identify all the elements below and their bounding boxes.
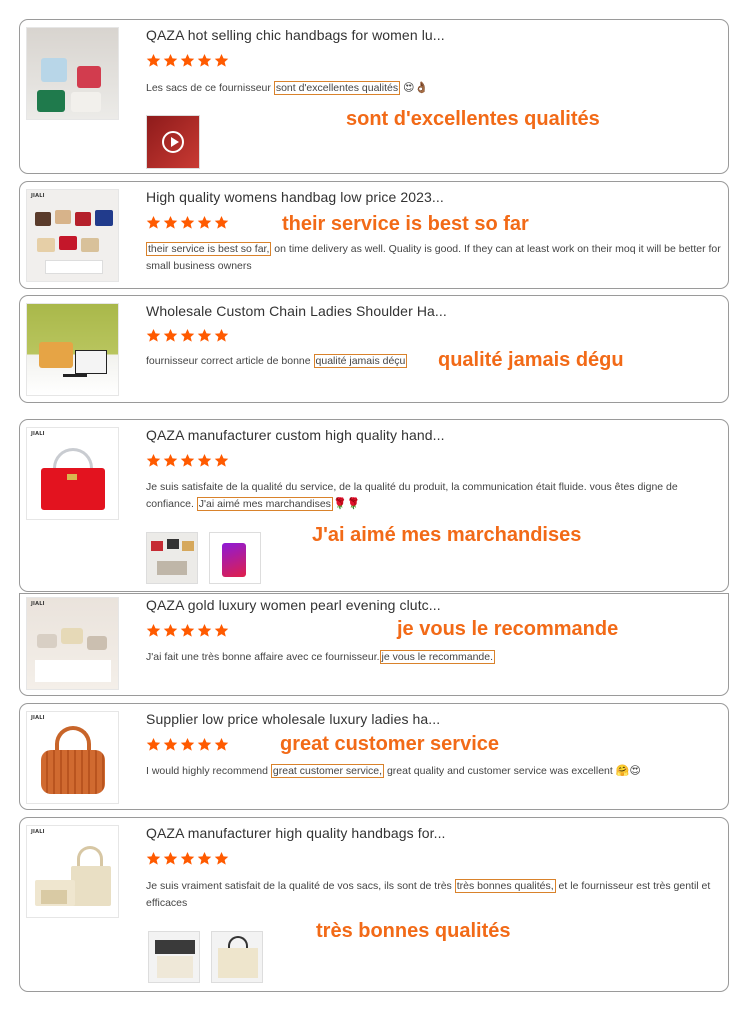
star-icon [163, 737, 178, 751]
review-card-4: JIALI QAZA manufacturer custom high qual… [19, 419, 729, 592]
review-text: fournisseur correct article de bonne qua… [146, 354, 408, 368]
review-card-3: Wholesale Custom Chain Ladies Shoulder H… [19, 295, 729, 403]
product-image[interactable] [26, 27, 119, 120]
product-title[interactable]: Supplier low price wholesale luxury ladi… [146, 711, 440, 727]
star-icon [197, 453, 212, 467]
product-title[interactable]: QAZA manufacturer custom high quality ha… [146, 427, 445, 443]
callout-label: qualité jamais dégu [438, 349, 624, 371]
star-icon [180, 328, 195, 342]
star-icon [214, 623, 229, 637]
review-highlight: qualité jamais déçu [313, 354, 408, 368]
product-title[interactable]: QAZA gold luxury women pearl evening clu… [146, 597, 441, 613]
review-card-6: JIALI Supplier low price wholesale luxur… [19, 703, 729, 810]
star-icon [197, 53, 212, 67]
review-text: I would highly recommend great customer … [146, 764, 641, 778]
review-card-7: JIALI QAZA manufacturer high quality han… [19, 817, 729, 992]
product-image[interactable]: JIALI [26, 711, 119, 804]
review-card-2: JIALI High quality womens handbag low pr… [19, 181, 729, 289]
review-text: Les sacs de ce fournisseur sont d'excell… [146, 81, 429, 95]
brand-logo: JIALI [31, 193, 45, 199]
callout-label: sont d'excellentes qualités [346, 108, 600, 130]
star-icon [197, 851, 212, 865]
star-rating [146, 737, 229, 752]
review-photo-thumbnail[interactable] [148, 931, 200, 983]
star-icon [180, 851, 195, 865]
review-highlight: great customer service, [270, 764, 385, 778]
review-text: J'ai fait une très bonne affaire avec ce… [146, 650, 496, 664]
star-icon [214, 737, 229, 751]
review-card-1: QAZA hot selling chic handbags for women… [19, 19, 729, 174]
star-icon [197, 623, 212, 637]
star-icon [180, 215, 195, 229]
review-text: Je suis vraiment satisfait de la qualité… [146, 879, 711, 909]
star-icon [146, 623, 161, 637]
product-title[interactable]: High quality womens handbag low price 20… [146, 189, 444, 205]
review-highlight: J'ai aimé mes marchandises [196, 497, 333, 511]
star-icon [146, 215, 161, 229]
star-icon [146, 53, 161, 67]
review-photo-thumbnail[interactable] [209, 532, 261, 584]
star-rating [146, 851, 229, 866]
star-icon [163, 53, 178, 67]
product-title[interactable]: QAZA manufacturer high quality handbags … [146, 825, 446, 841]
review-video-thumbnail[interactable] [146, 115, 200, 169]
star-icon [146, 737, 161, 751]
star-rating [146, 53, 229, 68]
star-icon [180, 53, 195, 67]
review-highlight: their service is best so far, [146, 242, 272, 256]
review-text: their service is best so far, on time de… [146, 242, 721, 272]
star-rating [146, 453, 229, 468]
review-photo-thumbnail[interactable] [211, 931, 263, 983]
star-icon [214, 215, 229, 229]
star-icon [197, 737, 212, 751]
star-icon [214, 328, 229, 342]
star-icon [163, 851, 178, 865]
brand-logo: JIALI [31, 601, 45, 607]
product-image[interactable]: JIALI [26, 189, 119, 282]
star-rating [146, 328, 229, 343]
star-icon [180, 453, 195, 467]
product-title[interactable]: Wholesale Custom Chain Ladies Shoulder H… [146, 303, 447, 319]
review-highlight: je vous le recommande. [379, 650, 496, 664]
star-icon [163, 215, 178, 229]
star-icon [180, 623, 195, 637]
review-text: Je suis satisfaite de la qualité du serv… [146, 481, 678, 511]
star-icon [146, 328, 161, 342]
review-card-5: JIALI QAZA gold luxury women pearl eveni… [19, 593, 729, 696]
review-highlight: très bonnes qualités, [454, 879, 556, 893]
star-icon [163, 453, 178, 467]
brand-logo: JIALI [31, 431, 45, 437]
callout-label: their service is best so far [282, 213, 529, 235]
callout-label: très bonnes qualités [316, 920, 511, 942]
star-icon [197, 328, 212, 342]
star-icon [197, 215, 212, 229]
product-image[interactable]: JIALI [26, 427, 119, 520]
play-icon [162, 131, 184, 153]
brand-logo: JIALI [31, 829, 45, 835]
star-icon [214, 53, 229, 67]
product-image[interactable]: JIALI [26, 597, 119, 690]
callout-label: J'ai aimé mes marchandises [312, 524, 582, 546]
review-photo-thumbnail[interactable] [146, 532, 198, 584]
star-icon [163, 328, 178, 342]
brand-logo: JIALI [31, 715, 45, 721]
star-rating [146, 623, 229, 638]
star-icon [180, 737, 195, 751]
review-highlight: sont d'excellentes qualités [273, 81, 401, 95]
callout-label: je vous le recommande [397, 618, 619, 640]
star-icon [163, 623, 178, 637]
callout-label: great customer service [280, 733, 500, 755]
star-icon [214, 453, 229, 467]
star-rating [146, 215, 229, 230]
star-icon [146, 453, 161, 467]
product-image[interactable] [26, 303, 119, 396]
product-title[interactable]: QAZA hot selling chic handbags for women… [146, 27, 445, 43]
star-icon [214, 851, 229, 865]
product-image[interactable]: JIALI [26, 825, 119, 918]
star-icon [146, 851, 161, 865]
